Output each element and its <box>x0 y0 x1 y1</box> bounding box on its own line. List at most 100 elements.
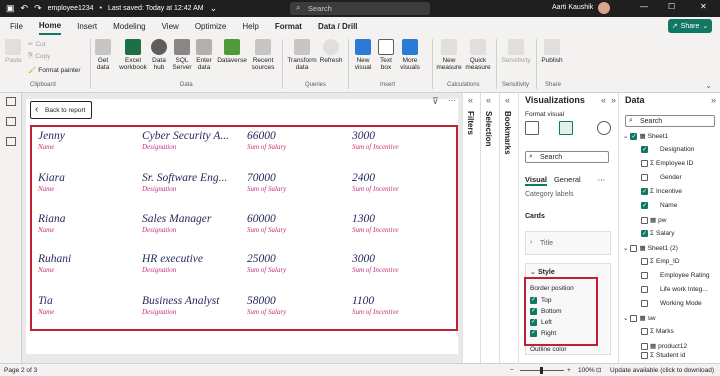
menu-bar: File Home Insert Modeling View Optimize … <box>0 17 720 35</box>
chevron-down-icon[interactable]: ⌄ <box>705 81 712 90</box>
card-row: Ruhani Name HR executive Designation 25000… <box>38 253 399 274</box>
data-search-input[interactable]: ⌕ Search <box>625 115 715 127</box>
zoom-slider-thumb[interactable] <box>540 367 543 374</box>
copy-button[interactable]: ⎘ Copy <box>28 52 50 60</box>
field-product12[interactable]: ▦ product12 <box>641 342 687 350</box>
tab-visual[interactable]: Visual <box>525 175 547 186</box>
chevron-down-icon[interactable]: ⌄ <box>210 3 218 14</box>
visualizations-search-input[interactable]: ⌕ Search <box>525 151 609 163</box>
new-measure-button[interactable]: New measure <box>436 39 462 71</box>
field-name[interactable]: ✓ Name <box>641 202 677 209</box>
table-view-icon[interactable] <box>6 117 16 126</box>
category-labels-section[interactable]: Category labels <box>525 191 574 198</box>
publish-button[interactable]: Publish <box>540 39 564 64</box>
bookmarks-pane-tab[interactable]: « Bookmarks <box>499 93 517 363</box>
save-icon[interactable]: ▣ <box>6 3 15 14</box>
table-icon: ▦ <box>639 245 646 252</box>
close-icon[interactable]: ✕ <box>700 2 707 11</box>
search-box[interactable]: ⌕ Search <box>290 2 430 15</box>
zoom-out-icon[interactable]: − <box>510 367 514 374</box>
analytics-magnifier-icon[interactable] <box>597 121 611 135</box>
table-sheet1-2[interactable]: ⌄ ▦ Sheet1 (2) <box>623 244 678 252</box>
search-icon: ⌕ <box>529 153 533 160</box>
maximize-icon[interactable]: ☐ <box>668 2 675 11</box>
quick-measure-button[interactable]: Quick measure <box>465 39 491 71</box>
enter-data-button[interactable]: Enter data <box>195 39 213 71</box>
title-section[interactable]: › Title <box>525 231 611 255</box>
avatar[interactable] <box>598 2 610 14</box>
table-sheet1[interactable]: ⌄ ✓ ▦ Sheet1 <box>623 132 668 140</box>
format-painter-button[interactable]: 🖌 Format painter <box>28 66 81 75</box>
cards-section[interactable]: Cards <box>525 213 545 220</box>
textbox-icon <box>378 39 394 55</box>
transform-data-button[interactable]: Transform data <box>286 39 318 71</box>
new-visual-button[interactable]: New visual <box>352 39 374 71</box>
tab-insert[interactable]: Insert <box>77 17 97 35</box>
sensitivity-button[interactable]: Sensitivity <box>500 39 532 64</box>
report-view-icon[interactable] <box>6 97 16 106</box>
excel-workbook-button[interactable]: Excel workbook <box>117 39 149 71</box>
search-placeholder: Search <box>308 4 332 13</box>
build-visual-icon[interactable] <box>525 121 539 135</box>
field-student-id[interactable]: Σ Student id <box>641 352 685 359</box>
table-sw[interactable]: ⌄ ▦ sw <box>623 314 656 322</box>
tab-general[interactable]: General <box>554 175 581 186</box>
field-employee-rating[interactable]: Employee Rating <box>641 272 710 279</box>
field-pw[interactable]: ▦ pw <box>641 216 666 224</box>
field-designation[interactable]: ✓ Designation <box>641 146 694 153</box>
chevron-right-double-icon[interactable]: » <box>711 95 716 105</box>
field-incentive[interactable]: ✓ Σ Incentive <box>641 188 682 195</box>
field-life-work[interactable]: Life work Integ... <box>641 286 708 293</box>
undo-icon[interactable]: ↶ <box>21 3 29 14</box>
fit-page-icon[interactable]: ⊡ <box>596 366 601 374</box>
minimize-icon[interactable]: — <box>640 2 648 11</box>
more-visuals-button[interactable]: More visuals <box>398 39 422 71</box>
database-icon <box>95 39 111 55</box>
field-salary[interactable]: ✓ Σ Salary <box>641 230 674 237</box>
back-to-report-button[interactable]: ‹ Back to report <box>30 101 92 119</box>
chevron-right-double-icon[interactable]: » <box>611 95 616 105</box>
model-view-icon[interactable] <box>6 137 16 146</box>
text-box-button[interactable]: Text box <box>377 39 395 71</box>
tab-file[interactable]: File <box>10 17 23 35</box>
chevron-down-icon[interactable]: ⌄ <box>530 268 536 276</box>
refresh-button[interactable]: Refresh <box>320 39 342 64</box>
data-hub-button[interactable]: Data hub <box>150 39 168 71</box>
group-label-queries: Queries <box>305 82 327 88</box>
tab-modeling[interactable]: Modeling <box>113 17 145 35</box>
chevron-left-double-icon[interactable]: « <box>601 95 606 105</box>
filter-icon[interactable]: ⊽ <box>432 96 439 107</box>
tab-optimize[interactable]: Optimize <box>195 17 227 35</box>
filters-pane-tab[interactable]: « Filters <box>462 93 480 363</box>
sigma-icon: Σ <box>650 328 655 335</box>
field-gender[interactable]: Gender <box>641 174 682 181</box>
chevron-down-icon: ⌄ <box>623 133 629 140</box>
field-working-mode[interactable]: Working Mode <box>641 300 702 307</box>
selection-pane-tab[interactable]: « Selection <box>480 93 498 363</box>
field-marks[interactable]: Σ Marks <box>641 328 674 335</box>
update-available[interactable]: Update available (click to download) <box>610 367 714 374</box>
tab-help[interactable]: Help <box>242 17 258 35</box>
dataverse-button[interactable]: Dataverse <box>216 39 248 64</box>
field-employee-id[interactable]: Σ Employee ID <box>641 160 693 167</box>
recent-sources-button[interactable]: Recent sources <box>248 39 278 71</box>
page-indicator: Page 2 of 3 <box>4 366 38 374</box>
chevron-left-icon: ‹ <box>35 104 39 115</box>
format-brush-icon[interactable] <box>559 121 573 135</box>
redo-icon[interactable]: ↷ <box>34 3 42 14</box>
tab-data-drill[interactable]: Data / Drill <box>318 17 358 35</box>
zoom-in-icon[interactable]: + <box>567 367 571 374</box>
cut-button[interactable]: ✂ Cut <box>28 40 46 49</box>
share-button[interactable]: ↗ Share ⌄ <box>668 19 712 33</box>
more-options-icon[interactable]: ⋯ <box>598 175 606 186</box>
field-emp-id[interactable]: Σ Emp_ID <box>641 258 680 265</box>
tab-view[interactable]: View <box>162 17 179 35</box>
user-name[interactable]: Aarti Kaushik <box>552 4 593 11</box>
more-options-icon[interactable]: ⋯ <box>448 96 456 105</box>
sql-server-button[interactable]: SQL Server <box>172 39 192 71</box>
multi-row-card[interactable]: Jenny Name Cyber Security A... Designation… <box>30 125 458 331</box>
get-data-button[interactable]: Get data <box>93 39 113 71</box>
tab-home[interactable]: Home <box>38 17 62 35</box>
paste-button[interactable]: Paste <box>5 39 22 64</box>
tab-format[interactable]: Format <box>275 17 302 35</box>
